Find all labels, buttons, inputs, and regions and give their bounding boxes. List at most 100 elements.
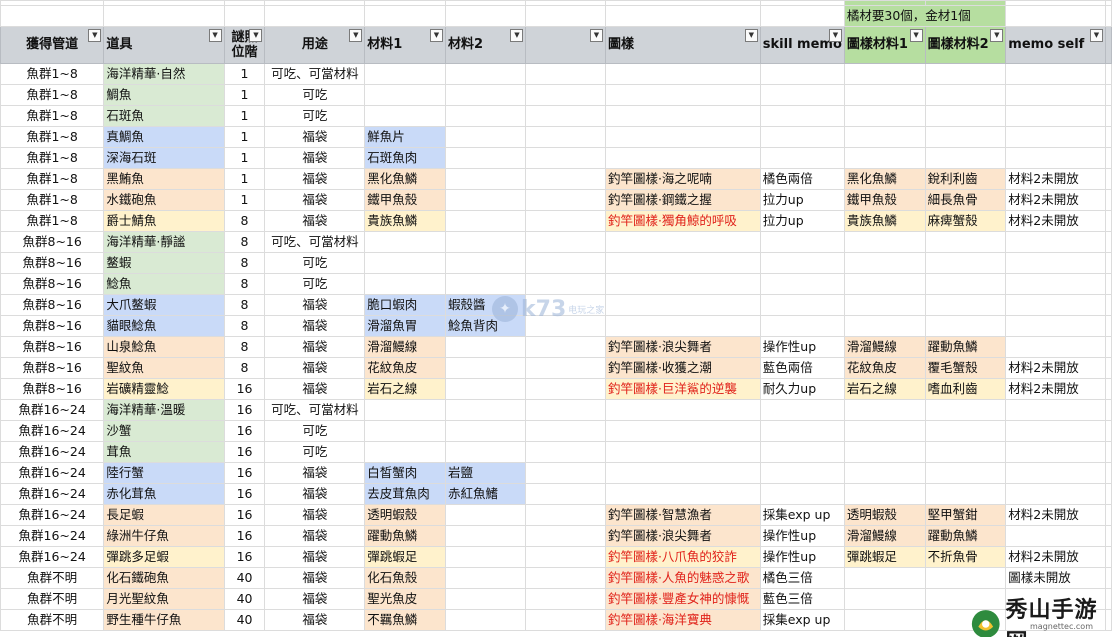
cell-source[interactable]: 魚群不明 — [0, 567, 105, 589]
cell-skill-memo[interactable] — [759, 399, 845, 421]
cell-material2[interactable] — [444, 105, 527, 127]
cell-material2[interactable] — [444, 567, 527, 589]
cell-material2[interactable] — [444, 336, 527, 358]
filter-dropdown-icon[interactable]: ▼ — [249, 29, 263, 42]
cell-memo-self[interactable] — [1005, 63, 1106, 85]
cell-pattern[interactable]: 釣竿圖樣·人魚的魅惑之歌 — [604, 567, 761, 589]
cell-rank[interactable]: 8 — [223, 357, 266, 379]
cell-source[interactable]: 魚群不明 — [0, 609, 105, 631]
cell-pattern-material2[interactable]: 躍動魚鱗 — [924, 336, 1007, 358]
cell-material1[interactable]: 不羈魚鱗 — [364, 609, 446, 631]
cell-pattern-material1[interactable]: 黑化魚鱗 — [843, 168, 926, 190]
cell-memo-self[interactable] — [1005, 441, 1106, 463]
cell-item[interactable]: 貓眼鯰魚 — [103, 315, 225, 337]
cell-empty[interactable] — [525, 336, 606, 358]
cell-skill-memo[interactable]: 耐久力up — [759, 378, 845, 400]
header-material1[interactable]: 材料1 ▼ — [364, 26, 446, 64]
cell-memo-self[interactable]: 材料2未開放 — [1005, 546, 1106, 568]
cell-skill-memo[interactable]: 拉力up — [759, 210, 845, 232]
cell-material2[interactable]: 蝦殼醬 — [444, 294, 527, 316]
header-pattern-material1[interactable]: 圖樣材料1 ▼ — [843, 26, 926, 64]
cell-pattern-material2[interactable]: 嗜血利齒 — [924, 378, 1007, 400]
cell-item[interactable]: 深海石斑 — [103, 147, 225, 169]
cell-rank[interactable]: 8 — [223, 336, 266, 358]
cell-material2[interactable] — [444, 420, 527, 442]
cell-pattern-material2[interactable]: 銳利利齒 — [924, 168, 1007, 190]
cell-usage[interactable]: 可吃 — [264, 420, 366, 442]
cell-skill-memo[interactable]: 操作性up — [759, 525, 845, 547]
cell-source[interactable]: 魚群8~16 — [0, 315, 105, 337]
cell-source[interactable]: 魚群8~16 — [0, 336, 105, 358]
cell-skill-memo[interactable] — [759, 126, 845, 148]
cell-material1[interactable]: 去皮茸魚肉 — [364, 483, 446, 505]
cell-rank[interactable]: 8 — [223, 294, 266, 316]
cell-material2[interactable] — [444, 399, 527, 421]
cell-pattern[interactable] — [604, 147, 761, 169]
cell-empty[interactable] — [525, 483, 606, 505]
cell-pattern-material2[interactable]: 堅甲蟹鉗 — [924, 504, 1007, 526]
header-item[interactable]: 道具 ▼ — [103, 26, 225, 64]
cell-source[interactable]: 魚群1~8 — [0, 168, 105, 190]
cell-pattern-material2[interactable] — [924, 252, 1007, 274]
cell-rank[interactable]: 1 — [223, 147, 266, 169]
cell-memo-self[interactable] — [1005, 462, 1106, 484]
cell-pattern-material1[interactable] — [843, 294, 926, 316]
cell-usage[interactable]: 福袋 — [264, 357, 366, 379]
cell-item[interactable]: 陸行蟹 — [103, 462, 225, 484]
cell-item[interactable]: 大爪鳌蝦 — [103, 294, 225, 316]
cell-material1[interactable]: 貴族魚鱗 — [364, 210, 446, 232]
cell-skill-memo[interactable] — [759, 273, 845, 295]
cell-empty[interactable] — [525, 399, 606, 421]
cell-source[interactable]: 魚群1~8 — [0, 63, 105, 85]
cell-usage[interactable]: 福袋 — [264, 168, 366, 190]
cell-skill-memo[interactable]: 橘色兩倍 — [759, 168, 845, 190]
cell-material1[interactable]: 脆口蝦肉 — [364, 294, 446, 316]
cell-rank[interactable]: 1 — [223, 168, 266, 190]
cell-pattern[interactable]: 釣竿圖樣·智慧漁者 — [604, 504, 761, 526]
cell-skill-memo[interactable] — [759, 441, 845, 463]
cell-material2[interactable] — [444, 609, 527, 631]
filter-dropdown-icon[interactable]: ▼ — [589, 29, 603, 42]
cell-source[interactable]: 魚群16~24 — [0, 399, 105, 421]
cell-source[interactable]: 魚群1~8 — [0, 189, 105, 211]
cell-rank[interactable]: 16 — [223, 546, 266, 568]
cell-usage[interactable]: 福袋 — [264, 378, 366, 400]
cell-skill-memo[interactable]: 藍色三倍 — [759, 588, 845, 610]
cell-item[interactable]: 岩礦精靈鯰 — [103, 378, 225, 400]
cell-pattern[interactable] — [604, 126, 761, 148]
cell-material1[interactable] — [364, 84, 446, 106]
cell-skill-memo[interactable] — [759, 294, 845, 316]
cell-rank[interactable]: 16 — [223, 420, 266, 442]
cell-empty[interactable] — [525, 609, 606, 631]
cell-skill-memo[interactable] — [759, 252, 845, 274]
filter-dropdown-icon[interactable]: ▼ — [744, 29, 758, 42]
cell-material1[interactable]: 石斑魚肉 — [364, 147, 446, 169]
cell-pattern-material1[interactable] — [843, 567, 926, 589]
cell-skill-memo[interactable] — [759, 483, 845, 505]
cell-usage[interactable]: 福袋 — [264, 126, 366, 148]
cell-empty[interactable] — [525, 546, 606, 568]
cell-pattern-material2[interactable]: 細長魚骨 — [924, 189, 1007, 211]
cell-empty[interactable] — [525, 189, 606, 211]
cell-source[interactable]: 魚群1~8 — [0, 210, 105, 232]
cell-empty[interactable] — [525, 441, 606, 463]
cell-material2[interactable] — [444, 231, 527, 253]
cell-item[interactable]: 黑鮪魚 — [103, 168, 225, 190]
cell-usage[interactable]: 福袋 — [264, 336, 366, 358]
cell-usage[interactable]: 福袋 — [264, 588, 366, 610]
cell-pattern-material2[interactable]: 麻痺蟹殼 — [924, 210, 1007, 232]
cell-pattern-material2[interactable] — [924, 399, 1007, 421]
cell-skill-memo[interactable] — [759, 315, 845, 337]
cell-source[interactable]: 魚群16~24 — [0, 504, 105, 526]
cell-pattern-material2[interactable] — [924, 105, 1007, 127]
cell-usage[interactable]: 福袋 — [264, 189, 366, 211]
cell-pattern[interactable]: 釣竿圖樣·獨角鯨的呼吸 — [604, 210, 761, 232]
cell-pattern-material1[interactable] — [843, 231, 926, 253]
cell-rank[interactable]: 8 — [223, 252, 266, 274]
filter-dropdown-icon[interactable]: ▼ — [990, 29, 1004, 42]
filter-dropdown-icon[interactable]: ▼ — [430, 29, 443, 42]
cell-source[interactable]: 魚群8~16 — [0, 294, 105, 316]
cell-rank[interactable]: 40 — [223, 609, 266, 631]
cell-rank[interactable]: 40 — [223, 567, 266, 589]
cell-material2[interactable] — [444, 63, 527, 85]
